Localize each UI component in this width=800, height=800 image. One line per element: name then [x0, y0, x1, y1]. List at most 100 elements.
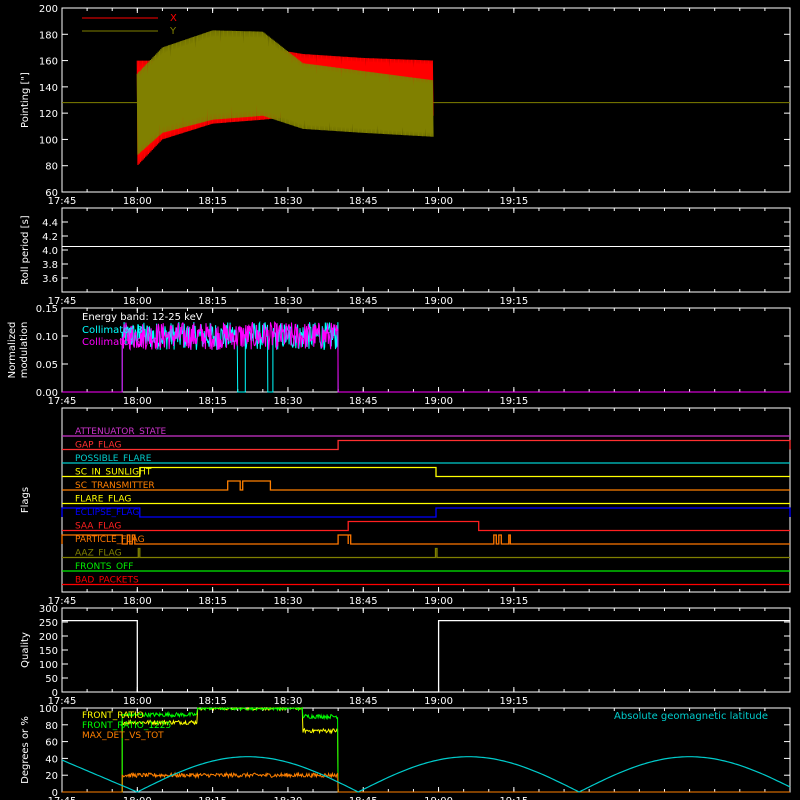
y-tick-label: 80 [45, 721, 58, 732]
y-tick-label: 50 [45, 674, 58, 685]
y-tick-label: 150 [39, 646, 58, 657]
flag-line-sc-in-sunlight [62, 466, 790, 478]
x-tick-label: 18:15 [198, 696, 227, 707]
x-tick-label: 19:15 [499, 596, 528, 607]
ratio-legend-label: FRONT_RATIO_1225 [82, 721, 171, 731]
y-tick-label: 200 [39, 4, 58, 15]
x-tick-label: 19:00 [424, 196, 453, 207]
y-tick-label: 80 [45, 162, 58, 173]
x-tick-label: 19:00 [424, 796, 453, 800]
x-tick-label: 18:00 [123, 396, 152, 407]
flag-label-saa-flag: SAA_FLAG [75, 522, 121, 532]
x-tick-label: 19:15 [499, 196, 528, 207]
modulation-legend-label: Collimator 8 [82, 325, 143, 336]
x-tick-label: 18:30 [274, 596, 303, 607]
flag-line-particle-flag [61, 534, 790, 545]
flag-line-eclipse-flag [61, 507, 791, 518]
x-tick-label: 18:15 [198, 796, 227, 800]
ratio-legend-label: MAX_DET_VS_TOT [82, 731, 164, 741]
flag-label-gap-flag: GAP_FLAG [75, 441, 121, 451]
modulation-ylabel-2: modulation [19, 322, 30, 379]
y-tick-label: 4.2 [42, 232, 58, 243]
y-tick-label: 140 [39, 83, 58, 94]
x-tick-label: 19:00 [424, 296, 453, 307]
x-tick-label: 19:15 [499, 796, 528, 800]
x-tick-label: 18:15 [198, 596, 227, 607]
pointing-series-y [136, 30, 434, 155]
modulation-legend-label: Collimator 9 [82, 337, 143, 348]
ratio-legend-label: FRONT_RATIO [82, 711, 144, 721]
x-tick-label: 18:45 [349, 596, 378, 607]
y-tick-label: 300 [39, 604, 58, 615]
y-tick-label: 100 [39, 704, 58, 715]
quality-line [62, 619, 790, 693]
y-tick-label: 250 [39, 618, 58, 629]
modulation-ylabel: Normalized [7, 322, 18, 379]
y-tick-label: 3.6 [42, 274, 58, 285]
x-tick-label: 19:15 [499, 696, 528, 707]
flag-label-flare-flag: FLARE_FLAG [75, 495, 131, 505]
modulation-series [62, 320, 790, 393]
y-tick-label: 120 [39, 109, 58, 120]
flag-label-particle-flag: PARTICLE_FLAG [75, 535, 145, 545]
flag-label-sc-in-sunlight: SC_IN_SUNLIGHT [75, 468, 152, 478]
geomagnetic-latitude-label: Absolute geomagnetic latitude [614, 711, 768, 722]
x-tick-label: 18:00 [123, 296, 152, 307]
y-tick-label: 0.15 [36, 304, 58, 315]
y-tick-label: 4.4 [42, 218, 58, 229]
x-tick-label: 18:00 [123, 796, 152, 800]
energy-band-label: Energy band: 12-25 keV [82, 312, 203, 323]
x-tick-label: 19:00 [424, 396, 453, 407]
quality-ylabel: Quality [20, 632, 31, 668]
x-tick-label: 18:45 [349, 196, 378, 207]
flags-ylabel: Flags [20, 487, 31, 513]
x-tick-label: 19:00 [424, 696, 453, 707]
y-tick-label: 0.10 [36, 332, 58, 343]
y-tick-label: 4.0 [42, 246, 58, 257]
y-tick-label: 60 [45, 738, 58, 749]
y-tick-label: 0 [52, 688, 58, 699]
roll-period-ylabel: Roll period [s] [20, 215, 31, 284]
x-tick-label: 18:15 [198, 196, 227, 207]
flag-label-eclipse-flag: ECLIPSE_FLAG [75, 508, 139, 518]
flag-label-sc-transmitter: SC_TRANSMITTER [75, 481, 155, 491]
x-tick-label: 18:45 [349, 796, 378, 800]
flag-line-gap-flag [62, 439, 791, 451]
y-tick-label: 180 [39, 30, 58, 41]
y-tick-label: 100 [39, 135, 58, 146]
panel-frame-2 [61, 207, 791, 293]
pointing-ylabel: Pointing ["] [20, 72, 31, 128]
flag-label-attenuator-state: ATTENUATOR_STATE [75, 427, 167, 437]
x-tick-label: 18:45 [349, 696, 378, 707]
x-tick-label: 18:00 [123, 596, 152, 607]
flag-line-sc-transmitter [62, 480, 790, 491]
y-tick-label: 0 [52, 788, 58, 799]
x-tick-label: 19:00 [424, 596, 453, 607]
y-tick-label: 60 [45, 188, 58, 199]
x-tick-label: 18:30 [274, 196, 303, 207]
legend-label-x: X [170, 13, 177, 24]
flag-label-possible-flare: POSSIBLE_FLARE [75, 454, 152, 464]
x-tick-label: 18:30 [274, 796, 303, 800]
flag-label-bad-packets: BAD_PACKETS [75, 576, 139, 586]
legend-label-y: Y [169, 26, 177, 37]
x-tick-label: 18:15 [198, 396, 227, 407]
x-tick-label: 19:15 [499, 296, 528, 307]
flag-label-fronts-off: FRONTS_OFF [75, 562, 133, 572]
y-tick-label: 200 [39, 632, 58, 643]
x-tick-label: 18:30 [274, 396, 303, 407]
y-tick-label: 3.8 [42, 260, 58, 271]
flag-line-aaz-flag [62, 547, 790, 559]
x-tick-label: 18:30 [274, 696, 303, 707]
multi-panel-plot: 17:45 18:00 18:15 18:30 18:45 19:00 19:1560801… [7, 4, 791, 800]
y-tick-label: 40 [45, 754, 58, 765]
flag-label-aaz-flag: AAZ_FLAG [75, 549, 122, 559]
y-tick-label: 100 [39, 660, 58, 671]
degrees-ylabel: Degrees or % [20, 716, 31, 784]
y-tick-label: 0.00 [36, 388, 58, 399]
x-tick-label: 18:45 [349, 396, 378, 407]
rhessi-quicklook-figure: 17:45 18:00 18:15 18:30 18:45 19:00 19:15 60 80 1… [0, 0, 800, 800]
x-tick-label: 18:15 [198, 296, 227, 307]
x-tick-label: 19:15 [499, 396, 528, 407]
y-tick-label: 0.05 [36, 360, 58, 371]
